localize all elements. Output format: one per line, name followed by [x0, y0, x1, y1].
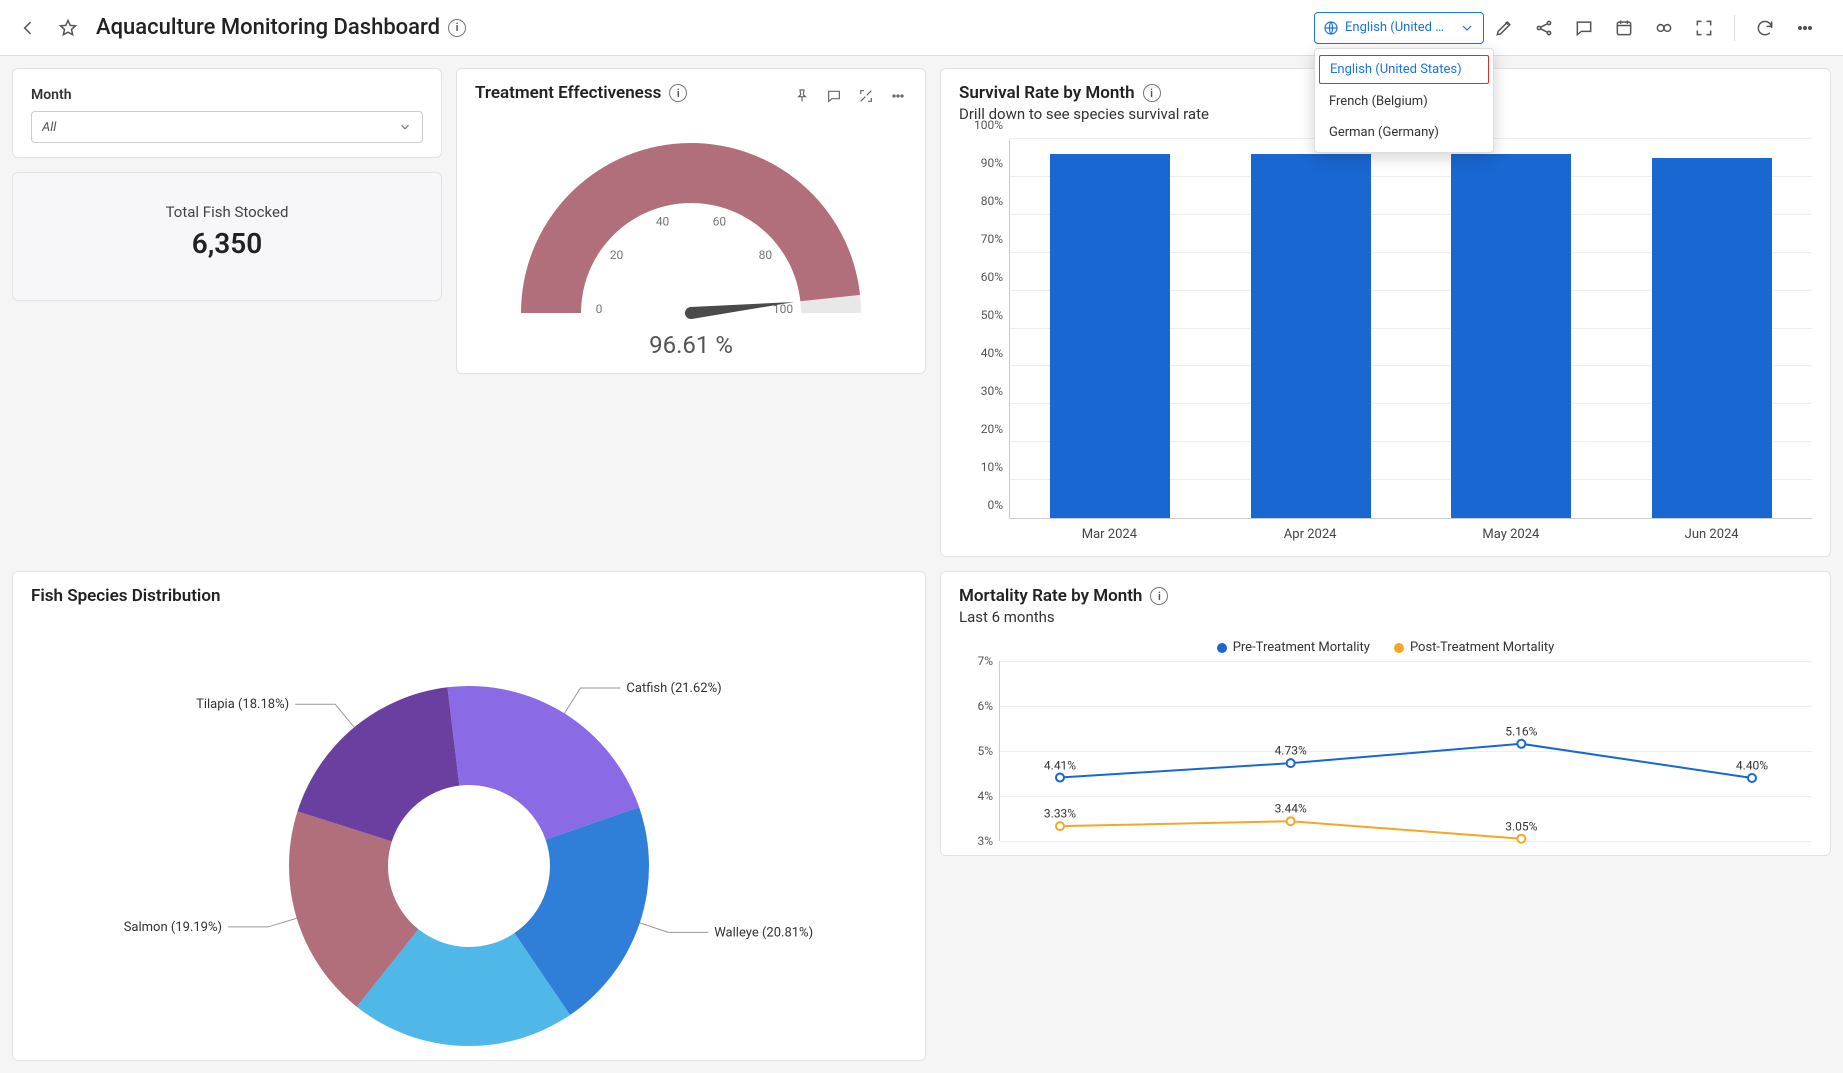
survival-x-label: Jun 2024: [1611, 519, 1812, 542]
species-donut: Catfish (21.62%) Walleye (20.81%) Salmon (…: [39, 626, 899, 1046]
treatment-value: 96.61 %: [649, 331, 733, 359]
schedule-button[interactable]: [1604, 8, 1644, 48]
survival-bar[interactable]: [1451, 154, 1571, 518]
mortality-point[interactable]: [1287, 759, 1295, 767]
fullscreen-button[interactable]: [1684, 8, 1724, 48]
month-filter-select[interactable]: All: [31, 111, 423, 143]
topbar: Aquaculture Monitoring Dashboard i Engli…: [0, 0, 1843, 56]
language-option-en[interactable]: English (United States): [1319, 55, 1489, 84]
donut-label: Catfish (21.62%): [626, 681, 721, 696]
view-button[interactable]: [1644, 8, 1684, 48]
total-fish-label: Total Fish Stocked: [13, 203, 441, 221]
legend-pre: Pre-Treatment Mortality: [1217, 640, 1370, 655]
total-fish-card: Total Fish Stocked 6,350: [12, 172, 442, 301]
treatment-card: Treatment Effectiveness i 020406080100 9…: [456, 68, 926, 374]
mortality-point-label: 4.40%: [1736, 758, 1768, 772]
mortality-point-label: 4.73%: [1275, 744, 1307, 758]
mortality-point-label: 4.41%: [1044, 758, 1076, 772]
month-filter-value: All: [42, 120, 56, 135]
mortality-point[interactable]: [1287, 817, 1295, 825]
mortality-point[interactable]: [1517, 835, 1525, 843]
donut-label: Walleye (20.81%): [714, 925, 813, 940]
svg-text:60: 60: [713, 215, 727, 229]
mortality-point[interactable]: [1748, 774, 1756, 782]
survival-bar[interactable]: [1050, 154, 1170, 518]
comment-button[interactable]: [1564, 8, 1604, 48]
refresh-button[interactable]: [1745, 8, 1785, 48]
survival-title: Survival Rate by Month: [959, 83, 1135, 103]
total-fish-value: 6,350: [13, 227, 441, 260]
more-button[interactable]: [1785, 8, 1825, 48]
species-card: Fish Species Distribution Catfish (21.62…: [12, 571, 926, 1061]
language-selector[interactable]: English (United St… English (United Stat…: [1314, 12, 1484, 44]
globe-icon: [1323, 20, 1339, 36]
mortality-point-label: 3.05%: [1505, 819, 1537, 833]
page-title: Aquaculture Monitoring Dashboard: [96, 15, 440, 40]
language-option-fr[interactable]: French (Belgium): [1315, 86, 1493, 117]
donut-slice[interactable]: [297, 687, 459, 841]
month-filter-card: Month All: [12, 68, 442, 158]
mortality-point-label: 5.16%: [1505, 724, 1537, 738]
card-comment-icon[interactable]: [821, 83, 847, 109]
mortality-point[interactable]: [1517, 740, 1525, 748]
favorite-button[interactable]: [48, 8, 88, 48]
survival-bar[interactable]: [1652, 158, 1772, 518]
donut-slice[interactable]: [447, 686, 639, 840]
survival-bar[interactable]: [1251, 154, 1371, 518]
pin-icon[interactable]: [789, 83, 815, 109]
treatment-title: Treatment Effectiveness: [475, 83, 661, 103]
species-title: Fish Species Distribution: [31, 586, 220, 606]
month-filter-label: Month: [31, 87, 423, 103]
legend-post: Post-Treatment Mortality: [1394, 640, 1554, 655]
page-info-icon[interactable]: i: [448, 19, 466, 37]
svg-text:40: 40: [656, 215, 670, 229]
chevron-down-icon: [1459, 20, 1475, 36]
expand-icon[interactable]: [853, 83, 879, 109]
language-dropdown: English (United States) French (Belgium)…: [1314, 48, 1494, 153]
svg-text:80: 80: [759, 248, 773, 262]
mortality-card: Mortality Rate by Month i Last 6 months …: [940, 571, 1831, 856]
svg-text:0: 0: [596, 302, 603, 316]
survival-x-label: Mar 2024: [1009, 519, 1210, 542]
toolbar-divider: [1734, 15, 1735, 41]
back-button[interactable]: [8, 8, 48, 48]
language-current: English (United St…: [1345, 20, 1445, 35]
card-more-icon[interactable]: [885, 83, 911, 109]
mortality-point[interactable]: [1056, 774, 1064, 782]
mortality-point[interactable]: [1056, 822, 1064, 830]
treatment-info-icon[interactable]: i: [669, 84, 687, 102]
donut-label: Salmon (19.19%): [124, 920, 222, 935]
survival-info-icon[interactable]: i: [1143, 84, 1161, 102]
svg-text:20: 20: [610, 248, 624, 262]
donut-label: Tilapia (18.18%): [196, 697, 289, 712]
language-option-de[interactable]: German (Germany): [1315, 117, 1493, 148]
mortality-point-label: 3.33%: [1044, 807, 1076, 821]
mortality-title: Mortality Rate by Month: [959, 586, 1142, 606]
mortality-line: [1060, 744, 1752, 778]
treatment-gauge: 020406080100: [501, 113, 881, 333]
mortality-info-icon[interactable]: i: [1150, 587, 1168, 605]
mortality-subtitle: Last 6 months: [959, 608, 1812, 626]
survival-x-label: May 2024: [1411, 519, 1612, 542]
survival-x-label: Apr 2024: [1210, 519, 1411, 542]
mortality-point-label: 3.44%: [1275, 802, 1307, 816]
chevron-down-icon: [398, 120, 412, 134]
language-button[interactable]: English (United St…: [1314, 12, 1484, 44]
share-button[interactable]: [1524, 8, 1564, 48]
edit-button[interactable]: [1484, 8, 1524, 48]
